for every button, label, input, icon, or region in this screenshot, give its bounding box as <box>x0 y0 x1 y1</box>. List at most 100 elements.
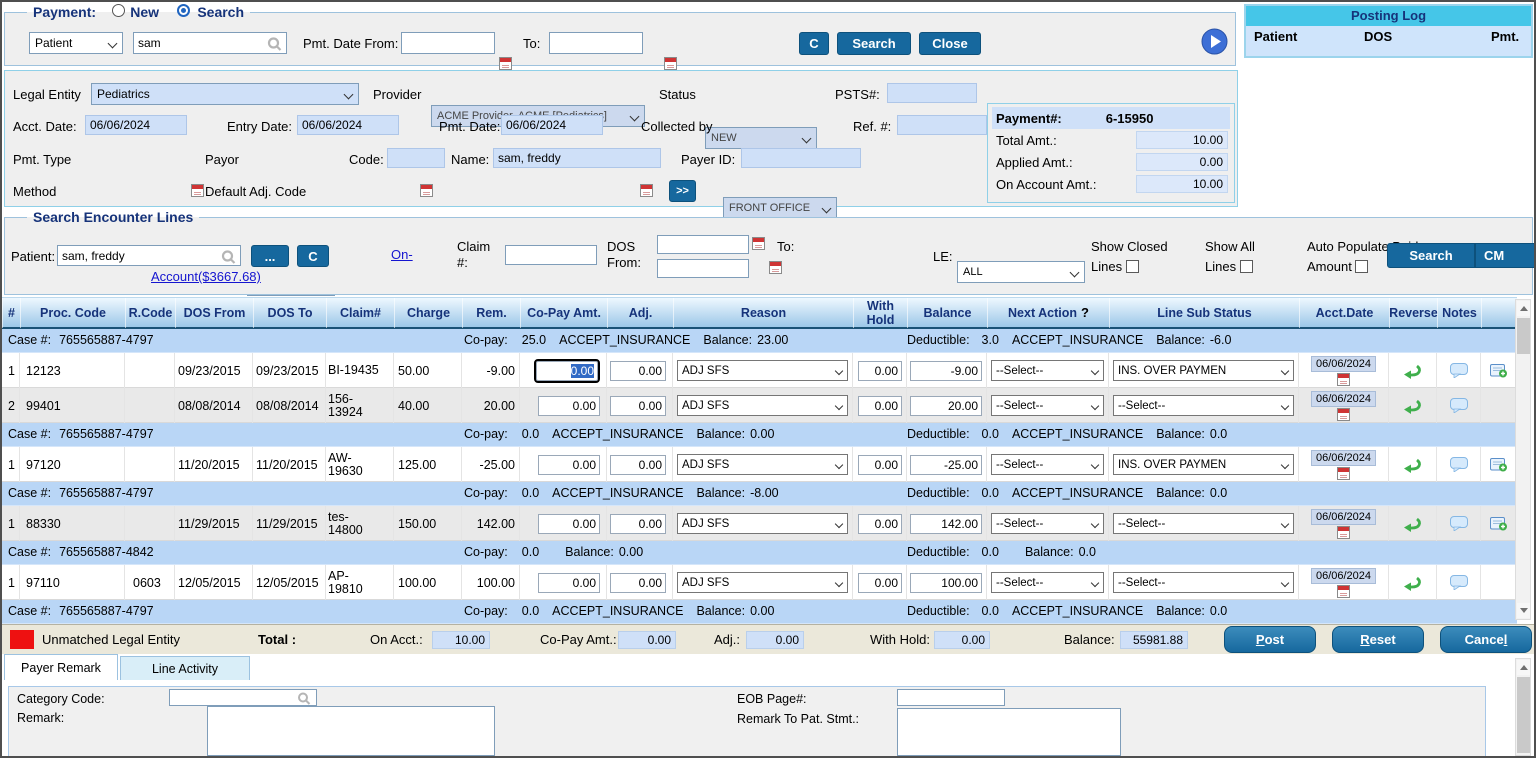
adjustment-input[interactable]: 0.00 <box>610 396 666 416</box>
remark-to-pat-textarea[interactable] <box>897 708 1121 756</box>
legal-entity-select[interactable]: Pediatrics <box>91 83 359 105</box>
pmt-date-to-input[interactable] <box>549 32 643 54</box>
status-select[interactable]: NEW <box>705 127 817 149</box>
adjustment-input[interactable]: 0.00 <box>610 361 666 381</box>
next-action-select[interactable]: --Select-- <box>991 395 1104 416</box>
balance-input[interactable]: 142.00 <box>910 514 982 534</box>
calendar-icon[interactable] <box>1337 585 1350 598</box>
radio-search-label[interactable]: Search <box>197 4 244 20</box>
expand-play-button[interactable] <box>1201 28 1228 58</box>
copay-amount-input[interactable]: 0.00 <box>538 396 600 416</box>
show-closed-lines-checkbox[interactable] <box>1126 260 1139 273</box>
calendar-icon[interactable] <box>1337 373 1350 386</box>
reverse-icon[interactable] <box>1389 457 1436 473</box>
calendar-icon[interactable] <box>420 184 433 197</box>
with-hold-input[interactable]: 0.00 <box>858 361 902 381</box>
next-action-select[interactable]: --Select-- <box>991 454 1104 475</box>
next-action-help-icon[interactable]: ? <box>1081 306 1089 320</box>
tab-line-activity[interactable]: Line Activity <box>120 656 250 680</box>
reset-button[interactable]: Reset <box>1332 626 1424 653</box>
scroll-up-button[interactable] <box>1517 660 1530 675</box>
expand-adj-button[interactable]: >> <box>669 180 696 202</box>
pmt-date-from-input[interactable] <box>401 32 495 54</box>
search-type-select[interactable]: Patient <box>29 32 123 54</box>
note-comment-icon[interactable] <box>1437 516 1480 531</box>
reason-select[interactable]: ADJ SFS <box>677 454 848 475</box>
reverse-icon[interactable] <box>1389 398 1436 414</box>
copay-amount-input[interactable]: 0.00 <box>538 514 600 534</box>
note-comment-icon[interactable] <box>1437 457 1480 472</box>
calendar-icon[interactable] <box>640 184 653 197</box>
radio-new-label[interactable]: New <box>130 4 159 20</box>
reason-select[interactable]: ADJ SFS <box>677 572 848 593</box>
le-select[interactable]: ALL <box>957 261 1085 283</box>
ref-input[interactable] <box>897 115 987 135</box>
radio-new[interactable] <box>112 4 125 17</box>
reason-select[interactable]: ADJ SFS <box>677 395 848 416</box>
next-action-select[interactable]: --Select-- <box>991 572 1104 593</box>
calendar-icon[interactable] <box>1337 526 1350 539</box>
adjustment-input[interactable]: 0.00 <box>610 455 666 475</box>
on-account-link[interactable]: On- <box>391 247 413 262</box>
line-sub-status-select[interactable]: INS. OVER PAYMEN <box>1113 454 1294 475</box>
balance-input[interactable]: 20.00 <box>910 396 982 416</box>
line-sub-status-select[interactable]: INS. OVER PAYMEN <box>1113 360 1294 381</box>
claim-input[interactable] <box>505 245 597 265</box>
psts-input[interactable] <box>887 83 977 103</box>
balance-input[interactable]: 100.00 <box>910 573 982 593</box>
with-hold-input[interactable]: 0.00 <box>858 514 902 534</box>
patient-search-input[interactable] <box>133 32 287 54</box>
calendar-icon[interactable] <box>752 237 765 250</box>
close-button[interactable]: Close <box>919 32 981 55</box>
pmt-date-input[interactable] <box>501 115 603 135</box>
enc-c-button[interactable]: C <box>297 245 329 267</box>
scroll-thumb[interactable] <box>1517 677 1530 753</box>
name-input[interactable] <box>493 148 661 168</box>
bottom-scrollbar[interactable] <box>1515 658 1531 756</box>
note-comment-icon[interactable] <box>1437 398 1480 413</box>
add-note-icon[interactable] <box>1481 457 1517 472</box>
next-action-select[interactable]: --Select-- <box>991 360 1104 381</box>
with-hold-input[interactable]: 0.00 <box>858 573 902 593</box>
with-hold-input[interactable]: 0.00 <box>858 455 902 475</box>
post-button[interactable]: Post <box>1224 626 1316 653</box>
line-sub-status-select[interactable]: --Select-- <box>1113 395 1294 416</box>
cm-button[interactable]: CM <box>1475 243 1535 268</box>
calendar-icon[interactable] <box>1337 408 1350 421</box>
adjustment-input[interactable]: 0.00 <box>610 573 666 593</box>
reverse-icon[interactable] <box>1389 363 1436 379</box>
radio-search[interactable] <box>177 4 190 17</box>
adjustment-input[interactable]: 0.00 <box>610 514 666 534</box>
dos-to-input[interactable] <box>657 259 749 278</box>
auto-populate-checkbox[interactable] <box>1355 260 1368 273</box>
calendar-icon[interactable] <box>499 57 512 70</box>
scroll-down-button[interactable] <box>1517 603 1530 618</box>
reason-select[interactable]: ADJ SFS <box>677 360 848 381</box>
reverse-icon[interactable] <box>1389 516 1436 532</box>
search-button[interactable]: Search <box>837 32 911 55</box>
dos-from-input[interactable] <box>657 235 749 254</box>
reverse-icon[interactable] <box>1389 575 1436 591</box>
line-sub-status-select[interactable]: --Select-- <box>1113 572 1294 593</box>
balance-input[interactable]: -9.00 <box>910 361 982 381</box>
payer-id-input[interactable] <box>741 148 861 168</box>
copay-amount-input[interactable]: 0.00 <box>536 361 598 381</box>
entry-date-input[interactable] <box>297 115 399 135</box>
show-all-lines-checkbox[interactable] <box>1240 260 1253 273</box>
tab-payer-remark[interactable]: Payer Remark <box>4 654 118 680</box>
code-input[interactable] <box>387 148 445 168</box>
calendar-icon[interactable] <box>664 57 677 70</box>
calendar-icon[interactable] <box>769 261 782 274</box>
reason-select[interactable]: ADJ SFS <box>677 513 848 534</box>
calendar-icon[interactable] <box>191 184 204 197</box>
more-button[interactable]: ... <box>251 245 289 267</box>
calendar-icon[interactable] <box>1337 467 1350 480</box>
add-note-icon[interactable] <box>1481 516 1517 531</box>
cancel-button[interactable]: Cancel <box>1440 626 1532 653</box>
line-sub-status-select[interactable]: --Select-- <box>1113 513 1294 534</box>
on-account-link-amount[interactable]: Account($3667.68) <box>151 269 261 284</box>
scroll-thumb[interactable] <box>1517 318 1530 354</box>
scroll-up-button[interactable] <box>1517 301 1530 316</box>
copay-amount-input[interactable]: 0.00 <box>538 573 600 593</box>
grid-scrollbar[interactable] <box>1515 299 1531 620</box>
